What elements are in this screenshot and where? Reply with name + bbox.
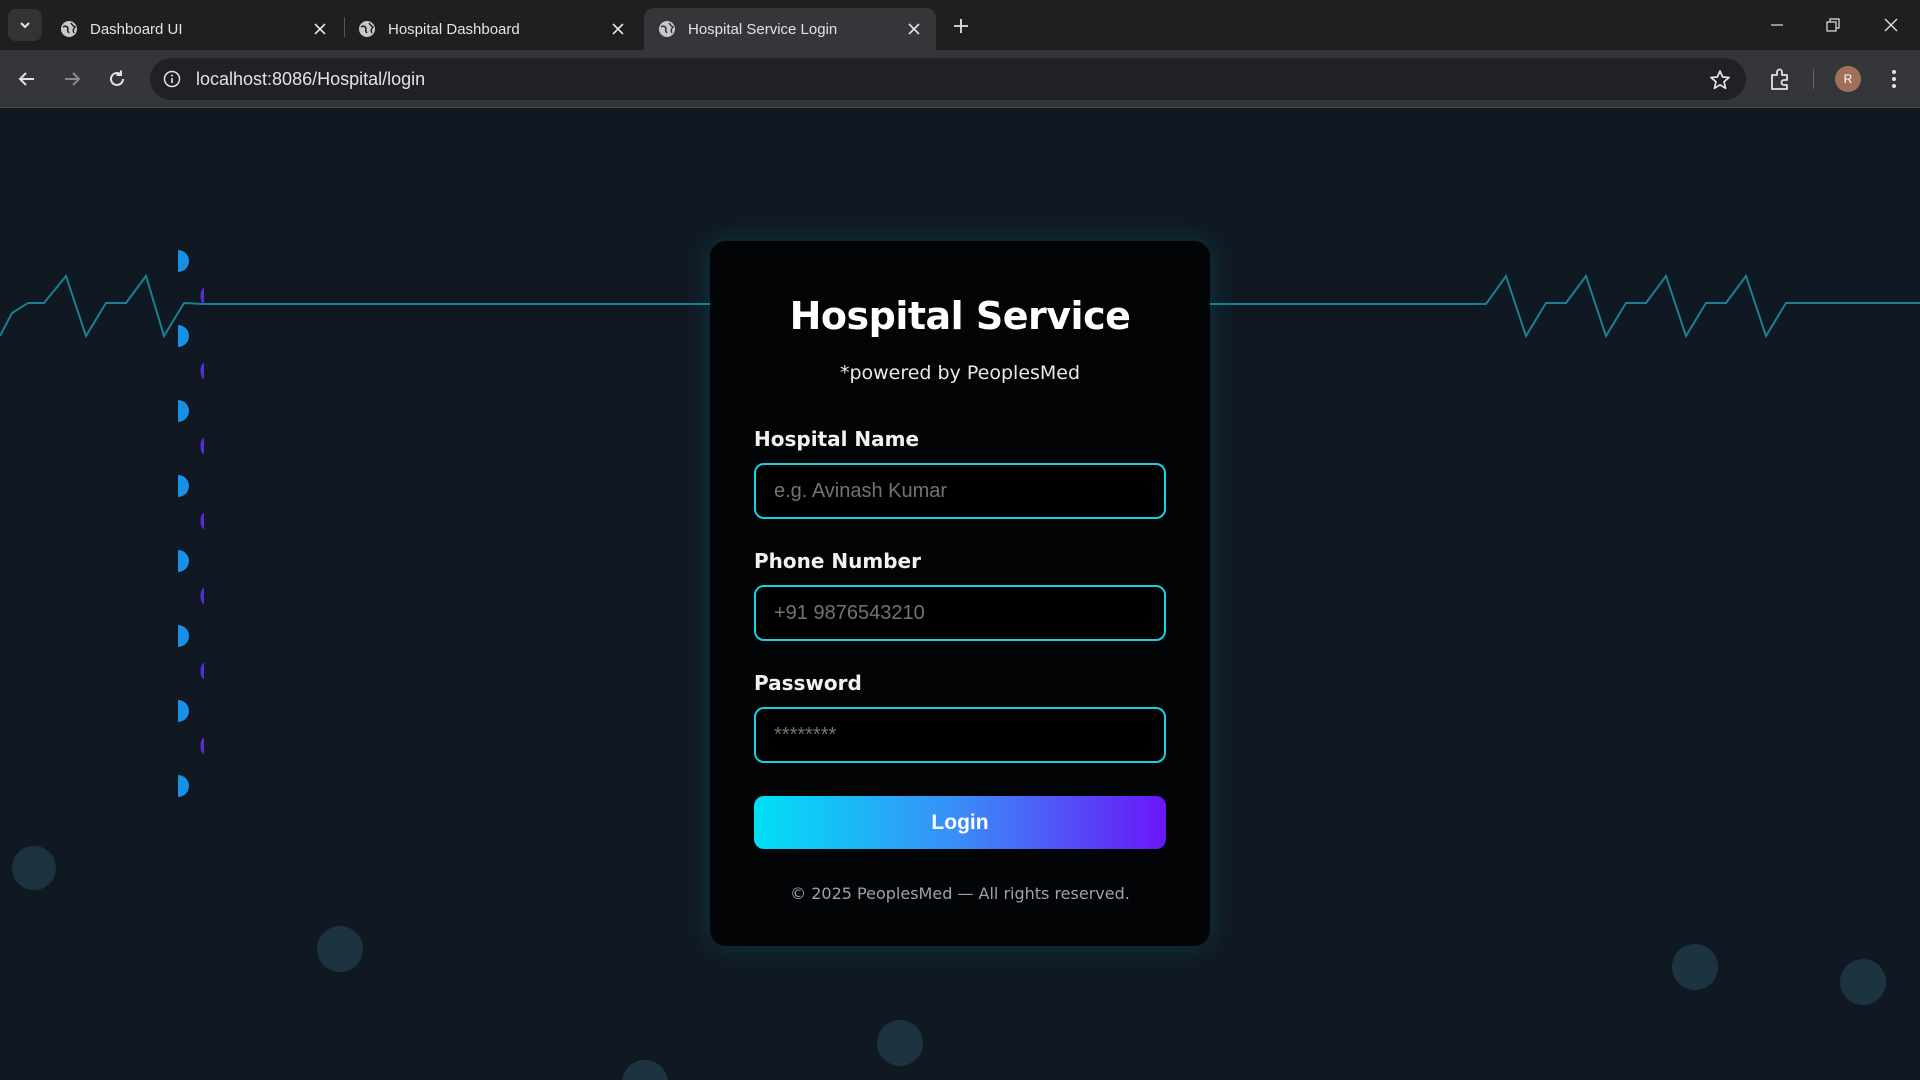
pulse-dot (200, 663, 204, 679)
pulse-dots-violet (200, 288, 204, 754)
heartbeat-line-left (0, 273, 710, 339)
url-text[interactable]: localhost:8086/Hospital/login (196, 69, 425, 90)
pulse-dot (178, 250, 189, 272)
pulse-dot (178, 625, 189, 647)
pulse-dot (200, 438, 204, 454)
toolbar-separator (1813, 69, 1814, 89)
tab-hospital-service-login[interactable]: Hospital Service Login (644, 8, 936, 50)
pulse-dot (178, 550, 189, 572)
tab-title: Hospital Dashboard (388, 20, 520, 38)
restore-button[interactable] (1818, 10, 1848, 40)
login-button[interactable]: Login (754, 796, 1166, 849)
globe-icon (359, 21, 375, 37)
profile-avatar[interactable]: R (1835, 66, 1861, 92)
restore-icon (1826, 18, 1840, 32)
login-card: Hospital Service *powered by PeoplesMed … (710, 241, 1210, 946)
floating-orb (1672, 944, 1718, 990)
pulse-dot (200, 513, 204, 529)
forward-button[interactable] (56, 63, 88, 95)
minimize-button[interactable] (1762, 10, 1792, 40)
tab-strip: Dashboard UI Hospital Dashboard Hospital… (0, 0, 1920, 50)
hospital-name-label: Hospital Name (754, 427, 920, 451)
reload-button[interactable] (101, 63, 133, 95)
tab-dashboard-ui[interactable]: Dashboard UI (46, 8, 342, 50)
pulse-dot (178, 700, 189, 722)
password-input[interactable] (754, 707, 1166, 763)
phone-number-label: Phone Number (754, 549, 921, 573)
arrow-left-icon (18, 72, 34, 86)
hospital-name-input[interactable] (754, 463, 1166, 519)
address-bar[interactable]: localhost:8086/Hospital/login (150, 58, 1746, 100)
pulse-dots-blue (178, 250, 189, 797)
close-icon[interactable] (310, 19, 330, 39)
pulse-dot (178, 775, 189, 797)
browser-toolbar: localhost:8086/Hospital/login R (0, 50, 1920, 108)
floating-orb (1840, 959, 1886, 1005)
pulse-dot (178, 325, 189, 347)
page-viewport: Hospital Service *powered by PeoplesMed … (0, 108, 1920, 1080)
pulse-dot (178, 400, 189, 422)
floating-orb (877, 1020, 923, 1066)
phone-number-input[interactable] (754, 585, 1166, 641)
heartbeat-line-right (1210, 273, 1920, 339)
minimize-icon (1771, 24, 1783, 26)
back-button[interactable] (11, 63, 43, 95)
reload-icon (110, 70, 124, 86)
close-icon[interactable] (608, 19, 628, 39)
chevron-down-icon (20, 22, 30, 29)
pulse-dot (200, 288, 204, 304)
pulse-dot (200, 588, 204, 604)
close-icon[interactable] (904, 19, 924, 39)
star-icon[interactable] (1708, 68, 1732, 92)
tab-hospital-dashboard[interactable]: Hospital Dashboard (344, 8, 640, 50)
close-window-button[interactable] (1876, 10, 1906, 40)
page-title: Hospital Service (789, 294, 1131, 338)
password-label: Password (754, 671, 862, 695)
floating-orb (317, 926, 363, 972)
site-info-icon[interactable] (160, 67, 184, 91)
powered-by-text: *powered by PeoplesMed (839, 362, 1081, 384)
tab-title: Hospital Service Login (688, 20, 838, 38)
kebab-menu-icon[interactable] (1880, 65, 1908, 93)
pulse-dot (200, 738, 204, 754)
copyright-footer: © 2025 PeoplesMed — All rights reserved. (790, 884, 1130, 903)
arrow-right-icon (65, 72, 81, 86)
globe-icon (659, 21, 675, 37)
new-tab-button[interactable] (948, 13, 974, 39)
puzzle-icon[interactable] (1766, 65, 1794, 93)
floating-orb (12, 846, 56, 890)
tab-search-button[interactable] (8, 9, 42, 41)
plus-icon (954, 19, 968, 33)
pulse-dot (200, 363, 204, 379)
close-icon (1884, 18, 1898, 32)
pulse-dot (178, 475, 189, 497)
tab-title: Dashboard UI (90, 20, 183, 38)
globe-icon (61, 21, 77, 37)
